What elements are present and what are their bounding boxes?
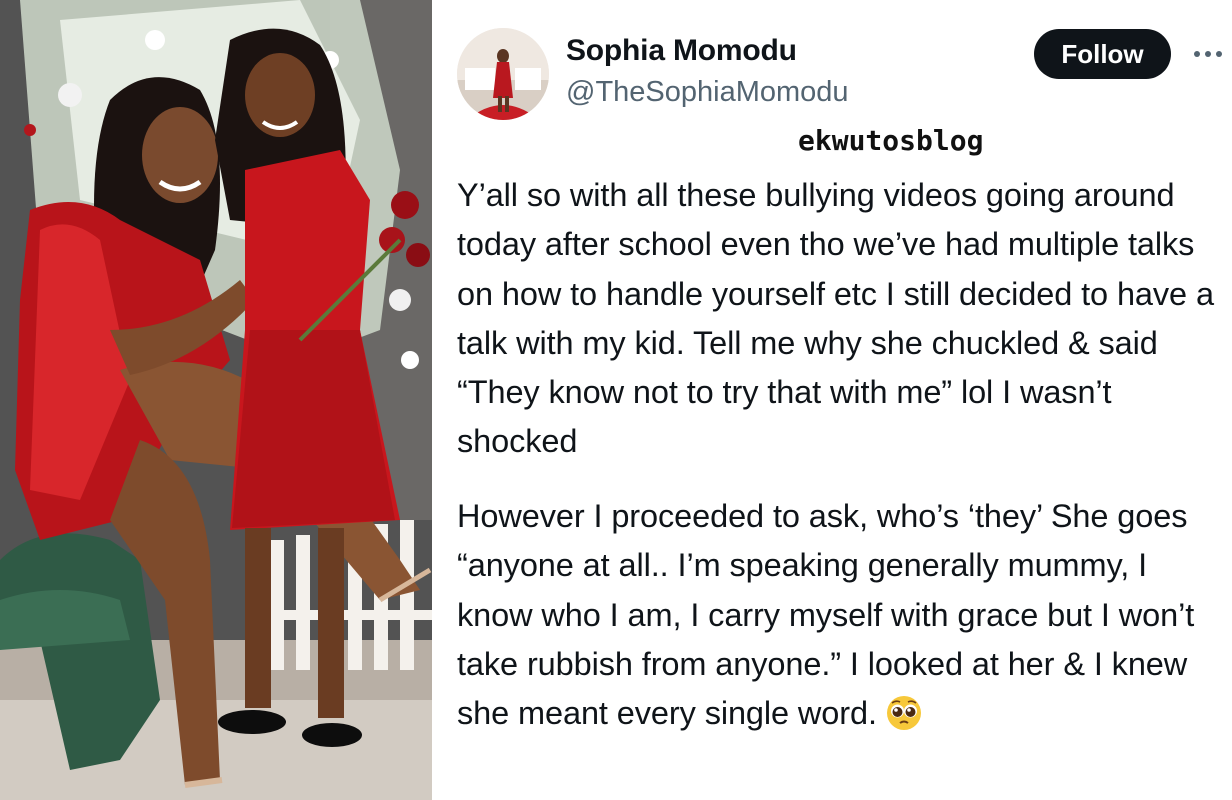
post-photo[interactable] [0,0,432,800]
author-handle[interactable]: @TheSophiaMomodu [566,76,849,109]
watermark: ekwutosblog [798,124,984,157]
tweet-card: Sophia Momodu @TheSophiaMomodu Follow ek… [432,0,1232,800]
author-name[interactable]: Sophia Momodu [566,34,797,68]
pleading-face-emoji-icon [886,696,921,731]
tweet-text-paragraph-2-text: However I proceeded to ask, who’s ‘they’… [457,498,1195,732]
follow-button[interactable]: Follow [1034,29,1171,79]
tweet-text-paragraph-1: Y’all so with all these bullying videos … [457,177,1214,460]
tweet-text-paragraph-2: However I proceeded to ask, who’s ‘they’… [457,492,1222,738]
avatar-image [457,28,549,120]
more-horizontal-icon [1194,51,1222,57]
photo-illustration [0,0,432,800]
more-options-button[interactable] [1190,34,1226,74]
author-avatar[interactable] [457,28,549,120]
